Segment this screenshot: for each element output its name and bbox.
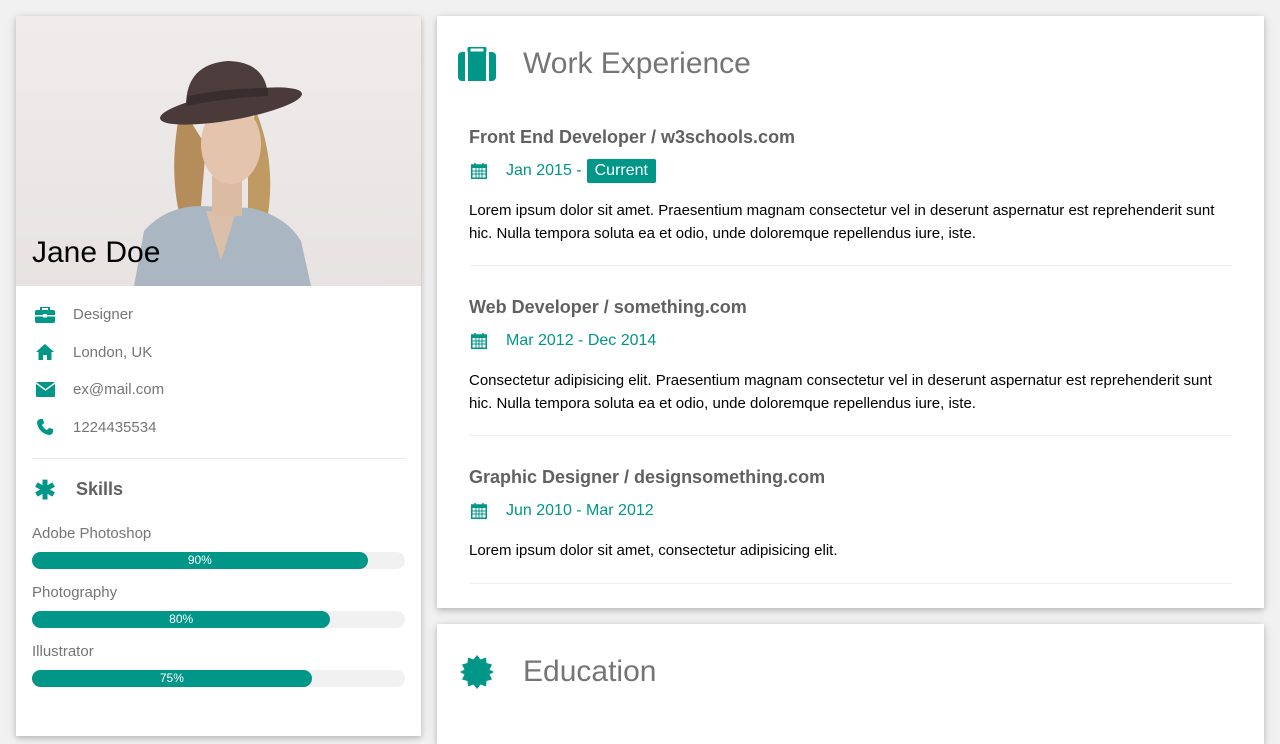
work-experience-card: Work Experience Front End Developer / w3… bbox=[437, 16, 1264, 608]
skills-heading: ✱ Skills bbox=[16, 459, 421, 505]
work-heading: Work Experience bbox=[437, 16, 1264, 112]
job-date-text: Mar 2012 - Dec 2014 bbox=[506, 332, 657, 349]
home-icon bbox=[34, 344, 56, 361]
skill-item: Illustrator 75% bbox=[16, 642, 421, 687]
skill-bar-fill: 90% bbox=[32, 552, 368, 569]
briefcase-icon bbox=[34, 306, 56, 323]
job-date-text: Jun 2010 - Mar 2012 bbox=[506, 502, 654, 519]
asterisk-icon: ✱ bbox=[34, 474, 56, 505]
job-entry: Front End Developer / w3schools.com Jan … bbox=[469, 112, 1232, 266]
education-heading: Education bbox=[437, 624, 1264, 720]
skill-bar: 90% bbox=[32, 552, 405, 569]
certificate-icon bbox=[457, 655, 497, 689]
skill-bar-fill: 75% bbox=[32, 670, 312, 687]
info-email: ex@mail.com bbox=[32, 371, 405, 409]
job-date: Mar 2012 - Dec 2014 bbox=[469, 326, 1232, 356]
job-date: Jan 2015 - Current bbox=[469, 156, 1232, 186]
profile-photo: Jane Doe bbox=[16, 16, 421, 286]
skill-label: Illustrator bbox=[32, 643, 94, 660]
education-card: Education bbox=[437, 624, 1264, 744]
skill-bar: 75% bbox=[32, 670, 405, 687]
job-title: Web Developer / something.com bbox=[469, 297, 747, 317]
info-job: Designer bbox=[32, 296, 405, 334]
job-date: Jun 2010 - Mar 2012 bbox=[469, 496, 1232, 526]
profile-sidebar: Jane Doe Designer London, UK ex@mail.com… bbox=[16, 16, 421, 736]
phone-icon bbox=[34, 419, 56, 436]
job-title: Front End Developer / w3schools.com bbox=[469, 127, 796, 147]
work-title: Work Experience bbox=[523, 47, 751, 80]
job-description: Consectetur adipisicing elit. Praesentiu… bbox=[469, 372, 1212, 412]
skill-item: Adobe Photoshop 90% bbox=[16, 524, 421, 569]
skill-item: Photography 80% bbox=[16, 583, 421, 628]
job-description: Lorem ipsum dolor sit amet. Praesentium … bbox=[469, 202, 1215, 242]
current-badge: Current bbox=[586, 159, 656, 183]
job-title: Graphic Designer / designsomething.com bbox=[469, 467, 826, 487]
contact-info: Designer London, UK ex@mail.com 12244355… bbox=[16, 286, 421, 446]
calendar-icon bbox=[471, 163, 489, 179]
education-title: Education bbox=[523, 655, 657, 688]
info-phone: 1224435534 bbox=[32, 409, 405, 447]
info-phone-text: 1224435534 bbox=[73, 418, 157, 436]
skill-bar: 80% bbox=[32, 611, 405, 628]
skill-label: Adobe Photoshop bbox=[32, 525, 152, 542]
suitcase-icon bbox=[457, 47, 497, 81]
info-location: London, UK bbox=[32, 334, 405, 372]
info-email-text: ex@mail.com bbox=[73, 381, 165, 399]
skill-label: Photography bbox=[32, 584, 118, 601]
skill-bar-fill: 80% bbox=[32, 611, 331, 628]
job-entry: Graphic Designer / designsomething.com J… bbox=[469, 436, 1232, 584]
job-description: Lorem ipsum dolor sit amet, consectetur … bbox=[469, 542, 838, 559]
envelope-icon bbox=[34, 382, 56, 398]
profile-name: Jane Doe bbox=[32, 236, 161, 269]
calendar-icon bbox=[471, 503, 489, 519]
calendar-icon bbox=[471, 333, 489, 349]
job-entry: Web Developer / something.com Mar 2012 -… bbox=[469, 266, 1232, 436]
info-job-text: Designer bbox=[73, 306, 134, 324]
info-location-text: London, UK bbox=[73, 343, 153, 361]
skills-title: Skills bbox=[76, 479, 124, 499]
job-date-text: Jan 2015 - bbox=[506, 162, 582, 179]
